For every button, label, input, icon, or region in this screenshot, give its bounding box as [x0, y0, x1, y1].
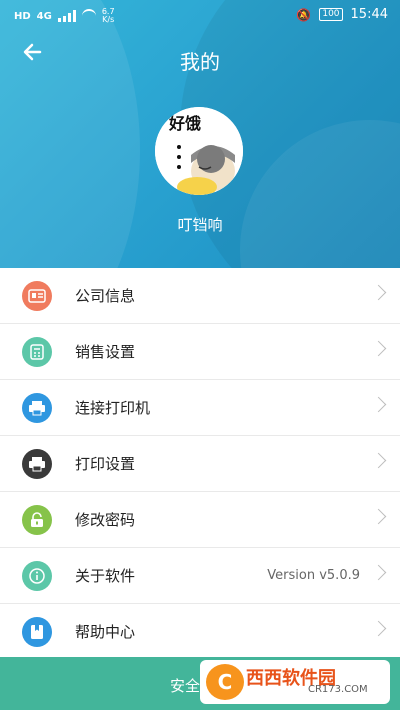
menu-item-help-center[interactable]: 帮助中心 [0, 604, 400, 659]
chevron-right-icon [370, 620, 387, 637]
hd-indicator: HD [14, 10, 31, 22]
menu-list: 公司信息 销售设置 连接打印机 打印设置 修改密码 关于软件 Version v… [0, 268, 400, 659]
printer-icon [22, 393, 52, 423]
menu-item-connect-printer[interactable]: 连接打印机 [0, 380, 400, 436]
chevron-right-icon [370, 396, 387, 413]
menu-item-change-password[interactable]: 修改密码 [0, 492, 400, 548]
watermark-subtitle: CR173.COM [308, 684, 368, 695]
menu-item-label: 修改密码 [75, 511, 136, 529]
page-title: 我的 [180, 50, 220, 74]
status-bar: HD 4G 6.7 K/s 🔕 100 15:44 [0, 0, 400, 32]
chevron-right-icon [370, 452, 387, 469]
wifi-icon [81, 9, 96, 23]
network-speed: 6.7 K/s [102, 8, 115, 24]
network-type: 4G [36, 10, 52, 22]
version-value: Version v5.0.9 [267, 568, 360, 583]
avatar-text: 好饿 [168, 114, 201, 133]
menu-item-about[interactable]: 关于软件 Version v5.0.9 [0, 548, 400, 604]
menu-item-company-info[interactable]: 公司信息 [0, 268, 400, 324]
profile-header: HD 4G 6.7 K/s 🔕 100 15:44 我的 好饿 叮铛响 [0, 0, 400, 268]
chevron-right-icon [370, 564, 387, 581]
lock-icon [22, 505, 52, 535]
signal-icon [57, 10, 76, 22]
menu-item-print-settings[interactable]: 打印设置 [0, 436, 400, 492]
info-icon [22, 561, 52, 591]
chevron-right-icon [370, 508, 387, 525]
bottom-action-label: 安全 [170, 677, 201, 695]
book-icon [22, 617, 52, 647]
printer-icon [22, 449, 52, 479]
menu-item-label: 连接打印机 [75, 399, 151, 417]
watermark: C 西西软件园 CR173.COM [200, 660, 390, 704]
menu-item-label: 打印设置 [75, 455, 136, 473]
chevron-right-icon [370, 340, 387, 357]
mute-icon: 🔕 [296, 7, 312, 22]
menu-item-label: 销售设置 [75, 343, 136, 361]
calculator-icon [22, 337, 52, 367]
menu-item-label: 公司信息 [75, 287, 136, 305]
chevron-right-icon [370, 284, 387, 301]
menu-item-sales-settings[interactable]: 销售设置 [0, 324, 400, 380]
avatar-illustration: 好饿 [155, 107, 243, 195]
menu-item-label: 关于软件 [75, 567, 136, 585]
avatar[interactable]: 好饿 [155, 107, 243, 195]
menu-item-label: 帮助中心 [75, 623, 136, 641]
username: 叮铛响 [177, 216, 223, 234]
clock: 15:44 [350, 7, 388, 22]
watermark-logo-icon: C [206, 664, 244, 700]
id-card-icon [22, 281, 52, 311]
battery-icon: 100 [319, 8, 343, 21]
network-speed-unit: K/s [102, 15, 115, 24]
